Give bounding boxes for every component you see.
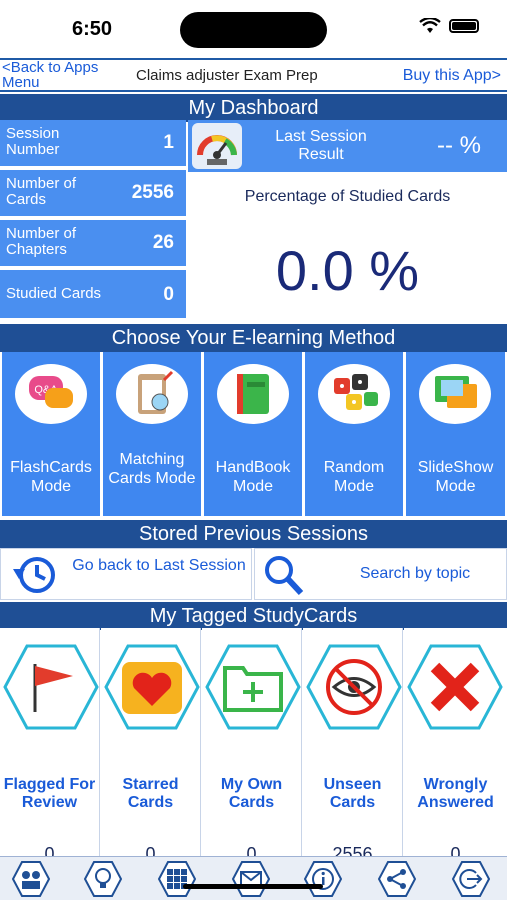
heart-folder-icon — [104, 644, 200, 730]
slideshow-mode-button[interactable]: SlideShow Mode — [406, 352, 505, 516]
stat-number-of-cards: Number of Cards 2556 — [0, 170, 186, 218]
tag-label: Starred Cards — [122, 776, 179, 811]
stat-label: Number of Chapters — [6, 225, 77, 258]
grid-icon[interactable] — [158, 861, 196, 897]
battery-icon — [449, 19, 479, 33]
percentage-label: Percentage of Studied Cards — [244, 188, 451, 205]
stat-number-of-chapters: Number of Chapters 26 — [0, 220, 186, 268]
tagged-header: My Tagged StudyCards — [0, 600, 507, 630]
last-session-result: Last Session Result -- % — [188, 120, 507, 172]
stat-value: 26 — [152, 232, 174, 253]
top-navigation: <Back to Apps Menu Claims adjuster Exam … — [0, 58, 507, 92]
wifi-icon — [419, 18, 441, 33]
status-icons — [419, 18, 479, 34]
starred-cards-card[interactable]: Starred Cards 0 — [101, 628, 201, 864]
mode-label: Matching Cards Mode — [108, 451, 196, 487]
dynamic-island — [180, 12, 327, 48]
home-indicator — [183, 884, 323, 889]
buy-app-link[interactable]: Buy this App> — [403, 67, 501, 85]
flashcards-mode-button[interactable]: Q&A FlashCards Mode — [2, 352, 100, 516]
exit-icon[interactable] — [452, 861, 490, 897]
gauge-icon — [192, 123, 242, 169]
mode-label: HandBook Mode — [215, 459, 291, 495]
percentage-value: 0.0 % — [275, 239, 420, 302]
tag-label: Unseen Cards — [323, 776, 382, 811]
tag-label: My Own Cards — [220, 776, 283, 811]
clipboard-icon — [116, 364, 188, 424]
elearning-header: Choose Your E-learning Method — [0, 322, 507, 352]
tag-label: Flagged For Review — [3, 776, 96, 811]
app-title: Claims adjuster Exam Prep — [136, 67, 318, 84]
stat-studied-cards: Studied Cards 0 — [0, 270, 186, 320]
status-time: 6:50 — [72, 18, 113, 40]
go-back-label: Go back to Last Session — [72, 557, 246, 574]
stat-session-number: Session Number 1 — [0, 120, 186, 168]
stat-label: Session Number — [6, 125, 60, 158]
handbook-mode-button[interactable]: HandBook Mode — [204, 352, 302, 516]
stat-value: 2556 — [131, 182, 174, 203]
last-session-value: -- % — [437, 132, 481, 159]
dice-icon — [318, 364, 390, 424]
search-icon — [265, 556, 304, 596]
info-icon[interactable] — [304, 861, 342, 897]
mode-label: FlashCards Mode — [10, 459, 92, 495]
flag-icon — [3, 644, 99, 730]
go-back-last-session-button[interactable]: Go back to Last Session — [0, 548, 252, 600]
lightbulb-icon[interactable] — [84, 861, 122, 897]
bottom-tab-bar — [0, 856, 507, 900]
back-to-apps-link[interactable]: <Back to Apps Menu — [2, 60, 112, 90]
sessions-header: Stored Previous Sessions — [0, 518, 507, 548]
unseen-cards-card[interactable]: Unseen Cards 2556 — [303, 628, 403, 864]
mail-icon[interactable] — [232, 861, 270, 897]
search-by-topic-button[interactable]: Search by topic — [254, 548, 507, 600]
search-label: Search by topic — [359, 565, 471, 582]
stat-label: Number of Cards — [6, 175, 77, 208]
stat-value: 0 — [163, 284, 174, 305]
book-icon — [217, 364, 289, 424]
last-session-label: Last Session Result — [275, 128, 367, 163]
stat-label: Studied Cards — [6, 285, 102, 302]
my-own-cards-card[interactable]: My Own Cards 0 — [202, 628, 302, 864]
hidden-eye-icon — [306, 644, 402, 730]
wrongly-answered-card[interactable]: Wrongly Answered 0 — [404, 628, 507, 864]
add-folder-icon — [205, 644, 301, 730]
status-bar: 6:50 — [0, 0, 507, 58]
share-icon[interactable] — [378, 861, 416, 897]
random-mode-button[interactable]: Random Mode — [305, 352, 403, 516]
matching-cards-mode-button[interactable]: Matching Cards Mode — [103, 352, 201, 516]
dashboard-header: My Dashboard — [0, 92, 507, 122]
stat-value: 1 — [163, 132, 174, 153]
qa-bubbles-icon: Q&A — [15, 364, 87, 424]
people-icon[interactable] — [12, 861, 50, 897]
slideshow-icon — [419, 364, 491, 424]
history-icon — [13, 557, 55, 593]
mode-label: Random Mode — [323, 459, 385, 495]
tag-label: Wrongly Answered — [417, 776, 494, 811]
flagged-for-review-card[interactable]: Flagged For Review 0 — [0, 628, 100, 864]
x-mark-icon — [407, 644, 503, 730]
mode-label: SlideShow Mode — [417, 459, 494, 495]
